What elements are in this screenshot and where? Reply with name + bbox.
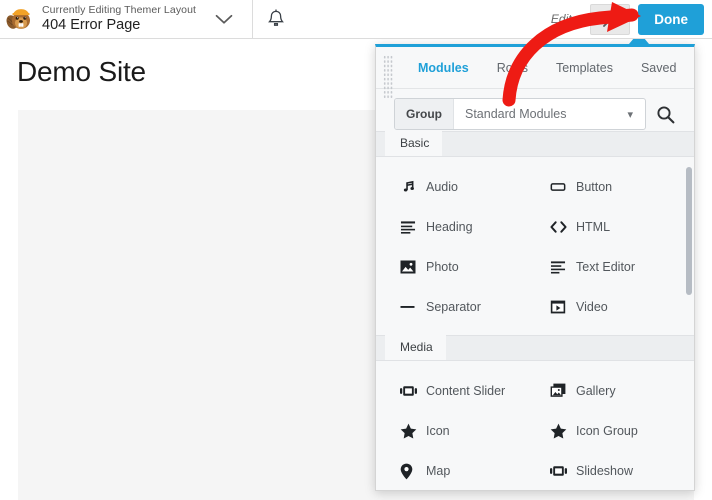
module-label: Gallery <box>576 384 616 398</box>
module-html[interactable]: HTML <box>526 207 676 247</box>
music-note-icon <box>400 180 426 195</box>
code-brackets-icon <box>550 220 576 234</box>
button-icon <box>550 179 576 195</box>
module-heading[interactable]: Heading <box>376 207 526 247</box>
editor-label: Editor <box>550 12 583 26</box>
module-label: Map <box>426 464 451 478</box>
module-map[interactable]: Map <box>376 451 526 490</box>
module-label: Video <box>576 300 608 314</box>
bell-icon[interactable] <box>253 0 299 39</box>
group-selected-value: Standard Modules <box>465 107 567 121</box>
heading-lines-icon <box>400 220 426 235</box>
chevron-down-icon[interactable]: ▾ <box>615 108 645 121</box>
module-slideshow[interactable]: Slideshow <box>526 451 676 490</box>
module-label: Text Editor <box>576 260 636 274</box>
module-grid-media: Content Slider Gallery Icon Icon Group M… <box>376 361 694 490</box>
module-photo[interactable]: Photo <box>376 247 526 287</box>
section-header-media[interactable]: Media <box>376 334 694 361</box>
page-title: Demo Site <box>17 56 146 87</box>
search-icon[interactable] <box>646 105 684 124</box>
drag-handle-icon[interactable] <box>383 55 393 99</box>
module-grid-basic: Audio Button Heading HTML Photo Text Edi… <box>376 157 694 335</box>
tab-modules[interactable]: Modules <box>404 61 483 75</box>
module-icon-group[interactable]: Icon Group <box>526 411 676 451</box>
section-title-media: Media <box>385 334 446 360</box>
section-title-basic: Basic <box>385 131 443 156</box>
slider-icon <box>400 385 426 397</box>
editing-subtitle: Currently Editing Themer Layout <box>42 4 197 16</box>
builder-admin-bar: Currently Editing Themer Layout 404 Erro… <box>0 0 712 39</box>
module-text-editor[interactable]: Text Editor <box>526 247 676 287</box>
module-icon[interactable]: Icon <box>376 411 526 451</box>
gallery-icon <box>550 383 576 399</box>
module-button[interactable]: Button <box>526 167 676 207</box>
module-separator[interactable]: Separator <box>376 287 526 327</box>
module-label: Separator <box>426 300 481 314</box>
text-lines-icon <box>550 260 576 275</box>
screenshot-root: Demo Site Courses Modules Rows Templates… <box>0 0 712 500</box>
module-label: Button <box>576 180 613 194</box>
editing-title: 404 Error Page <box>42 17 141 33</box>
modules-panel: Modules Rows Templates Saved Group Stand… <box>375 44 695 491</box>
done-button[interactable]: Done <box>638 3 704 35</box>
module-label: HTML <box>576 220 611 234</box>
module-label: Heading <box>426 220 473 234</box>
tab-saved[interactable]: Saved <box>627 61 690 75</box>
module-label: Content Slider <box>426 384 506 398</box>
tab-rows[interactable]: Rows <box>483 61 542 75</box>
tab-templates[interactable]: Templates <box>542 61 627 75</box>
beaver-builder-logo[interactable] <box>0 5 40 33</box>
module-label: Slideshow <box>576 464 633 478</box>
separator-dash-icon <box>400 302 426 312</box>
panel-tabs: Modules Rows Templates Saved <box>376 47 694 89</box>
editing-context: Currently Editing Themer Layout 404 Erro… <box>40 4 196 34</box>
photo-icon <box>400 259 426 275</box>
modules-scroll-area[interactable]: Basic Audio Button Heading HTML Photo Te… <box>376 131 694 490</box>
panel-scrollbar-thumb[interactable] <box>686 167 692 295</box>
group-label: Group <box>395 99 454 129</box>
module-video[interactable]: Video <box>526 287 676 327</box>
module-label: Icon <box>426 424 450 438</box>
close-icon[interactable] <box>590 3 631 35</box>
module-gallery[interactable]: Gallery <box>526 371 676 411</box>
group-select[interactable]: Group Standard Modules ▾ <box>394 98 646 130</box>
slider-icon <box>550 465 576 477</box>
star-icon <box>400 423 426 439</box>
video-film-icon <box>550 299 576 315</box>
module-label: Icon Group <box>576 424 638 438</box>
section-header-basic[interactable]: Basic <box>376 131 694 157</box>
star-icon <box>550 423 576 439</box>
module-label: Audio <box>426 180 458 194</box>
module-content-slider[interactable]: Content Slider <box>376 371 526 411</box>
chevron-down-icon[interactable] <box>196 0 252 39</box>
module-audio[interactable]: Audio <box>376 167 526 207</box>
map-pin-icon <box>400 463 426 480</box>
module-label: Photo <box>426 260 459 274</box>
